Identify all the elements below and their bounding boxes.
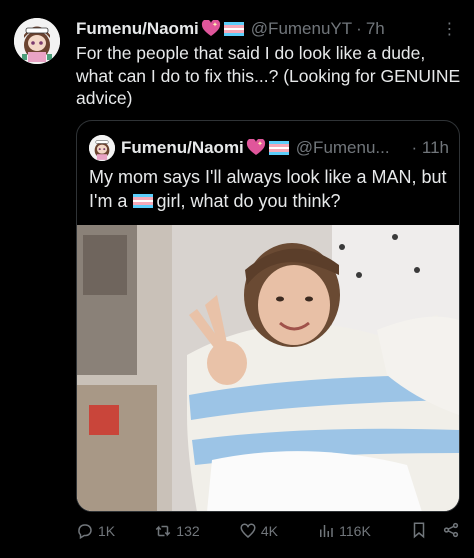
tweet-header: Fumenu/Naomi @FumenuYT · 7h [76, 18, 444, 40]
avatar[interactable] [14, 18, 60, 64]
sparkling-heart-icon [201, 20, 221, 38]
transgender-flag-icon [268, 140, 290, 156]
views-count: 116K [339, 523, 371, 539]
bookmark-icon[interactable] [410, 521, 428, 542]
quote-text: My mom says I'll always look like a MAN,… [89, 165, 449, 215]
like-button[interactable]: 4K [239, 522, 278, 540]
share-icon[interactable] [442, 521, 460, 542]
quoted-tweet[interactable]: Fumenu/Naomi @Fumenu... · 11h My mom say… [76, 120, 460, 512]
tweet-text: For the people that said I do look like … [76, 43, 461, 108]
heart-icon [239, 522, 257, 540]
author-handle[interactable]: @FumenuYT [251, 19, 352, 39]
transgender-flag-icon [223, 21, 245, 37]
quote-author-name[interactable]: Fumenu/Naomi [121, 138, 244, 158]
reply-button[interactable]: 1K [76, 522, 115, 540]
right-actions [410, 521, 460, 542]
quote-header: Fumenu/Naomi @Fumenu... · 11h [121, 137, 449, 159]
more-icon[interactable]: ⋮ [440, 18, 458, 40]
views-icon [317, 522, 335, 540]
quote-text-part-2: girl, what do you think? [156, 191, 341, 211]
tweet[interactable]: Fumenu/Naomi @FumenuYT · 7h ⋮ For the pe… [0, 0, 474, 558]
tweet-time[interactable]: 7h [366, 19, 385, 39]
views-button[interactable]: 116K [317, 522, 371, 540]
repost-count: 132 [176, 523, 200, 539]
reply-icon [76, 522, 94, 540]
reply-count: 1K [98, 523, 116, 539]
quote-avatar[interactable] [89, 135, 115, 161]
sparkling-heart-icon [246, 139, 266, 157]
quote-photo[interactable] [77, 225, 459, 511]
separator-dot: · [356, 19, 362, 38]
tweet-actions: 1K 132 4K 116K [76, 516, 460, 546]
repost-icon [154, 522, 172, 540]
author-name[interactable]: Fumenu/Naomi [76, 19, 199, 39]
transgender-flag-icon [132, 191, 154, 215]
quote-time-group: · 11h [411, 138, 449, 158]
quote-time[interactable]: 11h [422, 138, 449, 157]
quote-separator-dot: · [411, 138, 418, 157]
quote-author-handle[interactable]: @Fumenu... [296, 138, 390, 158]
repost-button[interactable]: 132 [154, 522, 200, 540]
like-count: 4K [260, 523, 278, 539]
